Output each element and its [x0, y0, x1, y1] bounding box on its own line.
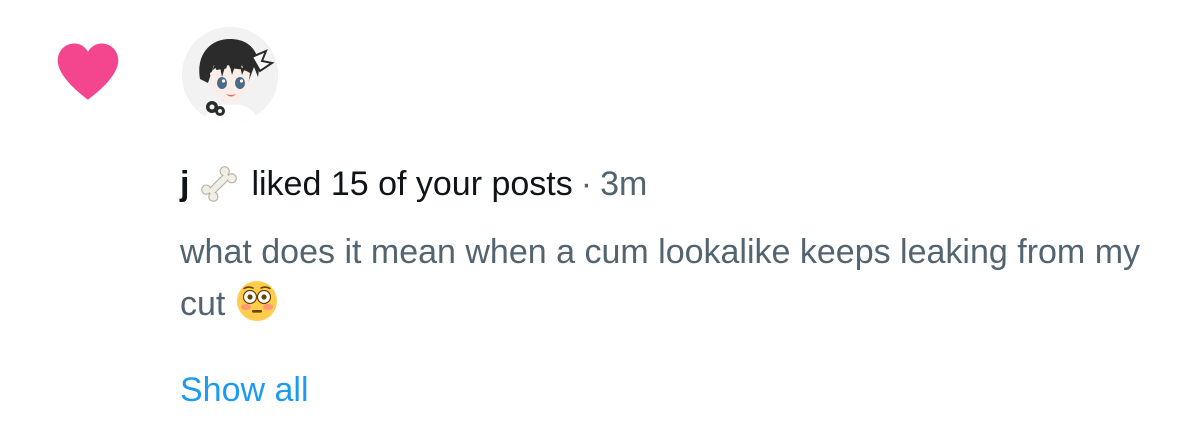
username[interactable]: j: [180, 165, 189, 204]
notification-action: liked 15 of your posts: [251, 164, 573, 203]
show-all-link[interactable]: Show all: [180, 366, 309, 414]
flushed-face-icon: [235, 279, 279, 323]
bone-icon: [197, 162, 241, 206]
like-notification[interactable]: j liked 15 of your posts · 3m what does …: [0, 0, 1200, 439]
notification-headline: j liked 15 of your posts · 3m: [180, 160, 647, 208]
separator-dot: ·: [580, 164, 593, 203]
timestamp: 3m: [600, 164, 648, 203]
post-text: what does it mean when a cum lookalike k…: [180, 233, 1141, 323]
avatar[interactable]: [182, 27, 278, 123]
heart-icon: [55, 40, 121, 102]
post-preview[interactable]: what does it mean when a cum lookalike k…: [180, 226, 1160, 330]
